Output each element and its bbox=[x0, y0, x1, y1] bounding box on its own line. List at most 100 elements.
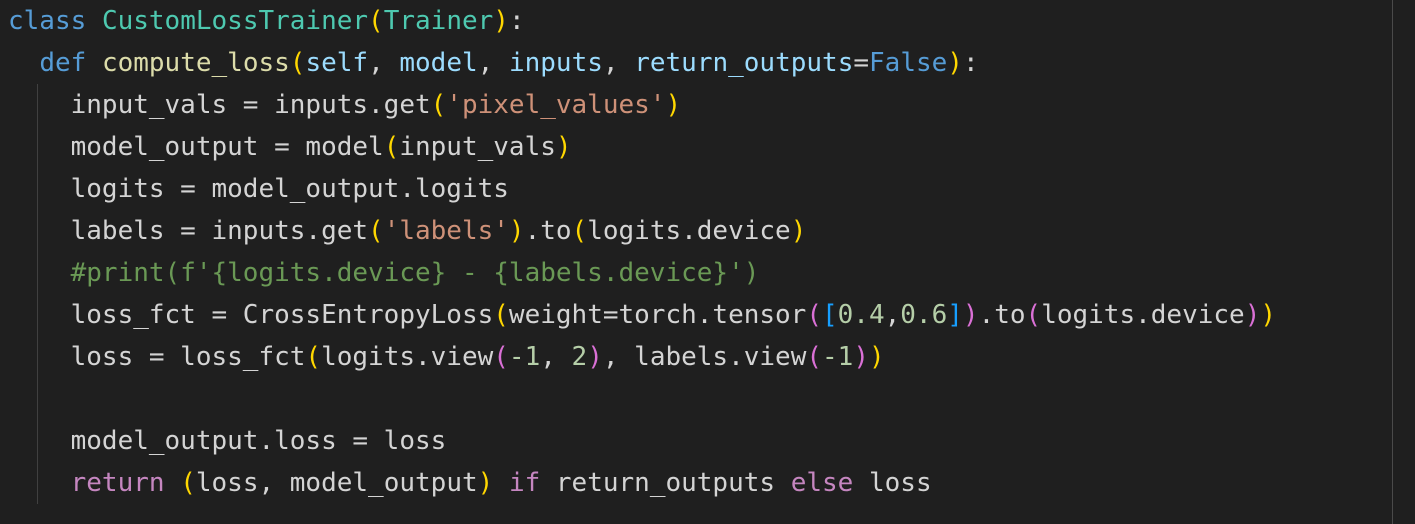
code-token: ( bbox=[383, 132, 400, 162]
code-token: logits.view bbox=[321, 342, 494, 372]
code-token: else bbox=[790, 468, 854, 498]
code-token: #print(f'{logits.device} - {labels.devic… bbox=[70, 258, 760, 288]
code-token: False bbox=[869, 48, 948, 78]
code-line: def compute_loss(self, model, inputs, re… bbox=[8, 42, 1276, 84]
code-token: ) bbox=[868, 342, 885, 372]
code-token: 'pixel_values' bbox=[446, 90, 666, 120]
code-token: return_outputs bbox=[540, 468, 791, 498]
code-token: ( bbox=[368, 216, 384, 246]
code-line: return (loss, model_output) if return_ou… bbox=[8, 462, 1276, 504]
code-token: return_outputs bbox=[634, 48, 854, 78]
indent-guide bbox=[36, 210, 38, 252]
code-token: -1 bbox=[822, 342, 854, 372]
code-line: #print(f'{logits.device} - {labels.devic… bbox=[8, 252, 1276, 294]
code-token: .to bbox=[978, 300, 1026, 330]
indent-guide bbox=[36, 462, 38, 504]
indent-guide bbox=[36, 84, 38, 126]
code-area[interactable]: class CustomLossTrainer(Trainer): def co… bbox=[8, 0, 1276, 504]
code-token: ( bbox=[289, 48, 306, 78]
code-token: weight=torch.tensor bbox=[508, 300, 807, 330]
code-token: : bbox=[508, 6, 525, 36]
code-token: , bbox=[884, 300, 901, 330]
code-token: ( bbox=[368, 6, 384, 36]
code-line: logits = model_output.logits bbox=[8, 168, 1276, 210]
code-token: if bbox=[508, 468, 541, 498]
code-token: ) bbox=[962, 300, 979, 330]
code-token: def bbox=[39, 48, 87, 78]
code-token: model_output.loss = loss bbox=[8, 426, 447, 456]
code-token: ) bbox=[790, 216, 807, 246]
code-token: ( bbox=[1025, 300, 1042, 330]
code-token: ( bbox=[806, 342, 823, 372]
code-token: logits.device bbox=[1041, 300, 1245, 330]
code-line: class CustomLossTrainer(Trainer): bbox=[8, 0, 1276, 42]
code-token: model_output = model bbox=[8, 132, 384, 162]
indent-guide bbox=[36, 336, 38, 378]
code-token: ) bbox=[477, 468, 494, 498]
code-token: compute_loss bbox=[101, 48, 290, 78]
code-line: model_output.loss = loss bbox=[8, 420, 1276, 462]
code-token: , bbox=[477, 48, 509, 78]
indent-guide bbox=[36, 252, 38, 294]
code-line: loss_fct = CrossEntropyLoss(weight=torch… bbox=[8, 294, 1276, 336]
code-token: ) bbox=[1244, 300, 1261, 330]
code-token: input_vals = inputs.get bbox=[8, 90, 431, 120]
code-token: ( bbox=[493, 342, 509, 372]
code-token: = bbox=[853, 48, 870, 78]
code-token: 'labels' bbox=[383, 216, 509, 246]
vertical-ruler bbox=[1392, 0, 1393, 524]
code-token: self bbox=[305, 48, 369, 78]
code-token: labels = inputs.get bbox=[8, 216, 369, 246]
code-token: logits = model_output.logits bbox=[8, 174, 509, 204]
code-token: 0.6 bbox=[900, 300, 948, 330]
code-token: 0.4 bbox=[837, 300, 885, 330]
code-token: ) bbox=[555, 132, 572, 162]
code-token: inputs bbox=[508, 48, 603, 78]
indent-guide bbox=[36, 294, 38, 336]
code-token: loss, model_output bbox=[195, 468, 478, 498]
code-token: Trainer bbox=[383, 6, 494, 36]
code-token: input_vals bbox=[399, 132, 556, 162]
code-token: class bbox=[8, 6, 87, 36]
code-token: ) bbox=[508, 216, 525, 246]
code-token: return bbox=[70, 468, 165, 498]
code-token: loss bbox=[853, 468, 932, 498]
indent-guide bbox=[36, 168, 38, 210]
code-token: ( bbox=[430, 90, 447, 120]
code-token: ) bbox=[587, 342, 603, 372]
code-line: labels = inputs.get('labels').to(logits.… bbox=[8, 210, 1276, 252]
code-token: logits.device bbox=[587, 216, 791, 246]
code-token: ( bbox=[493, 300, 509, 330]
code-token: ) bbox=[853, 342, 869, 372]
code-token: CustomLossTrainer bbox=[101, 6, 369, 36]
indent-guide bbox=[36, 126, 38, 168]
code-token: ( bbox=[180, 468, 196, 498]
code-token: ) bbox=[1260, 300, 1276, 330]
code-token: model bbox=[399, 48, 478, 78]
code-line: model_output = model(input_vals) bbox=[8, 126, 1276, 168]
code-editor[interactable]: class CustomLossTrainer(Trainer): def co… bbox=[0, 0, 1415, 524]
code-token: ( bbox=[571, 216, 588, 246]
code-token: -1 bbox=[508, 342, 541, 372]
code-token: ] bbox=[947, 300, 963, 330]
code-token: , labels.view bbox=[602, 342, 807, 372]
code-line: loss = loss_fct(logits.view(-1, 2), labe… bbox=[8, 336, 1276, 378]
indent-guide bbox=[36, 378, 38, 420]
code-token: ) bbox=[493, 6, 509, 36]
code-token: : bbox=[962, 48, 979, 78]
code-token: .to bbox=[524, 216, 572, 246]
code-token: [ bbox=[822, 300, 838, 330]
code-token: ( bbox=[305, 342, 322, 372]
code-token: ( bbox=[806, 300, 822, 330]
code-line bbox=[8, 378, 1276, 420]
code-token: loss = loss_fct bbox=[8, 342, 306, 372]
indent-guide bbox=[36, 420, 38, 462]
code-token: ) bbox=[947, 48, 963, 78]
